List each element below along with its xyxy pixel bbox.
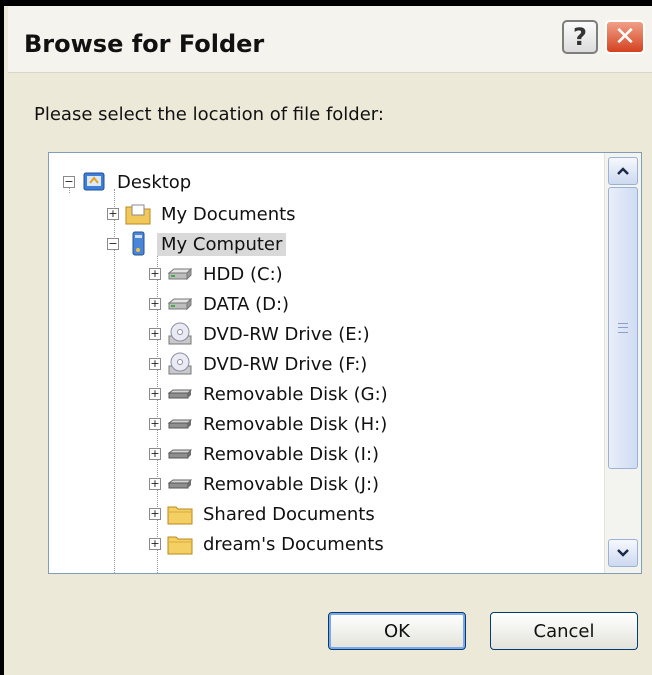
browse-for-folder-dialog: Browse for Folder ? ✕ Please select the … [0,0,652,675]
help-button[interactable]: ? [562,20,598,54]
tree-node-drive[interactable]: + HDD (C:) [149,259,287,289]
tree-node-drive[interactable]: + DVD-RW Drive (F:) [149,349,371,379]
tree-node-drive[interactable]: + Removable Disk (H:) [149,409,391,439]
ok-button[interactable]: OK [328,612,466,650]
tree-label: Removable Disk (I:) [203,443,380,465]
chevron-down-icon [617,549,629,557]
removable-disk-icon [167,382,193,406]
tree-label: DVD-RW Drive (F:) [203,353,368,375]
removable-disk-icon [167,442,193,466]
tree-node-folder[interactable]: + Shared Documents [149,499,379,529]
expand-toggle[interactable]: + [149,538,161,550]
instruction-text: Please select the location of file folde… [34,104,384,125]
expand-toggle[interactable]: + [149,448,161,460]
expand-toggle[interactable]: + [149,388,161,400]
dialog-title: Browse for Folder [24,30,265,58]
tree-node-my-computer[interactable]: − My Computer [107,229,287,259]
tree-label: Shared Documents [203,503,375,525]
collapse-toggle[interactable]: − [107,238,119,250]
hard-drive-icon [167,292,193,316]
tree-node-my-documents[interactable]: + My Documents [107,199,300,229]
tree-node-drive[interactable]: + Removable Disk (J:) [149,469,383,499]
vertical-scrollbar[interactable] [604,153,641,573]
tree-label: Removable Disk (G:) [203,383,388,405]
tree-node-folder[interactable]: + dream's Documents [149,529,388,559]
tree-node-drive[interactable]: + DATA (D:) [149,289,293,319]
tree-node-drive[interactable]: + DVD-RW Drive (E:) [149,319,374,349]
my-documents-folder-icon [125,202,151,226]
tree-label: Removable Disk (J:) [203,473,380,495]
expand-toggle[interactable]: + [149,268,161,280]
grip-icon [618,323,628,333]
desktop-icon [81,170,107,194]
tree-label: Desktop [117,171,192,193]
folder-icon [167,502,193,526]
tree-label: DATA (D:) [203,293,290,315]
close-button[interactable]: ✕ [605,20,645,54]
expand-toggle[interactable]: + [107,208,119,220]
scroll-thumb[interactable] [608,187,638,469]
removable-disk-icon [167,472,193,496]
tree-label: dream's Documents [203,533,384,555]
folder-icon [167,532,193,556]
scroll-down-button[interactable] [608,539,638,567]
expand-toggle[interactable]: + [149,328,161,340]
collapse-toggle[interactable]: − [63,176,75,188]
expand-toggle[interactable]: + [149,358,161,370]
scroll-up-button[interactable] [608,157,638,185]
removable-disk-icon [167,412,193,436]
my-computer-icon [125,231,151,256]
tree-label: DVD-RW Drive (E:) [203,323,370,345]
expand-toggle[interactable]: + [149,418,161,430]
dvd-drive-icon [167,352,193,376]
tree-node-drive[interactable]: + Removable Disk (I:) [149,439,383,469]
tree-node-drive[interactable]: + Removable Disk (G:) [149,379,392,409]
tree-label: My Documents [161,203,296,225]
tree-label: Removable Disk (H:) [203,413,388,435]
dvd-drive-icon [167,322,193,346]
tree-label: My Computer [157,232,287,256]
expand-toggle[interactable]: + [149,508,161,520]
folder-tree[interactable]: − Desktop + My Documents − My Computer + [48,152,642,574]
hard-drive-icon [167,262,193,286]
chevron-up-icon [617,167,629,175]
tree-label: HDD (C:) [203,263,283,285]
title-bar[interactable]: Browse for Folder [8,6,652,73]
expand-toggle[interactable]: + [149,298,161,310]
expand-toggle[interactable]: + [149,478,161,490]
cancel-button[interactable]: Cancel [490,612,638,650]
tree-node-desktop[interactable]: − Desktop [63,167,195,197]
